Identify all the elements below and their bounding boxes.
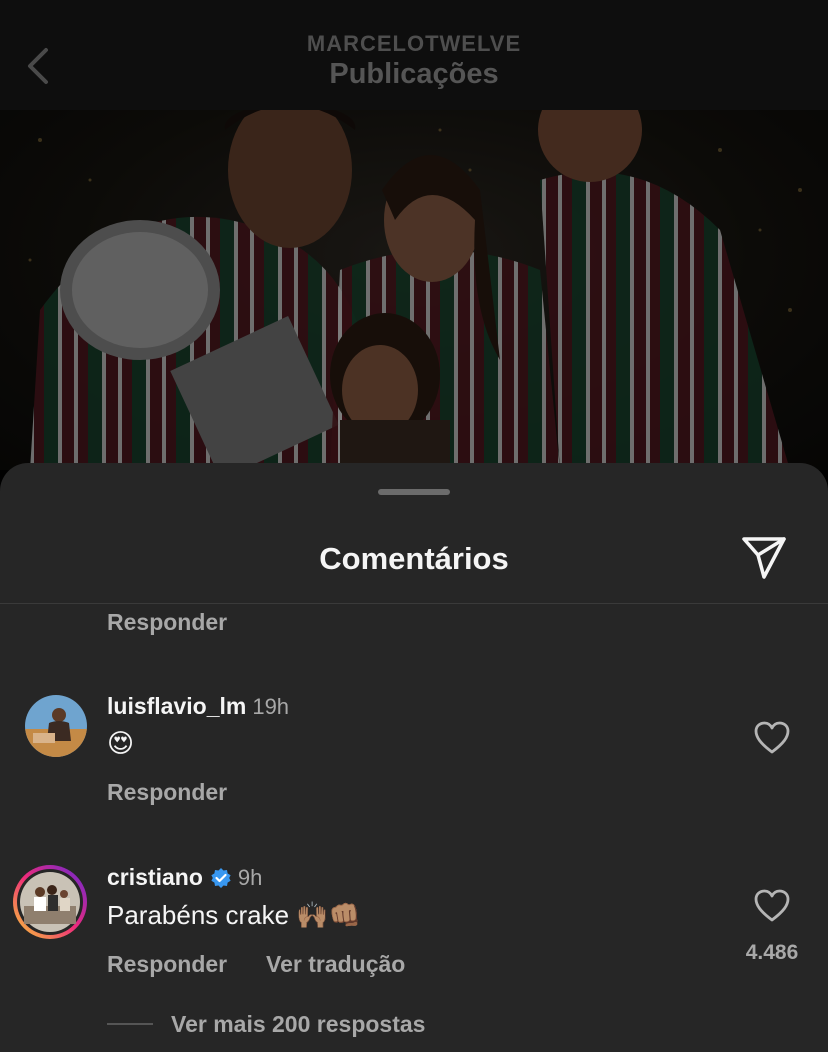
comment-header: cristiano 9h — [107, 864, 262, 891]
paper-plane-icon — [742, 537, 786, 579]
avatar-image — [13, 865, 87, 939]
replies-divider-line — [107, 1023, 153, 1025]
comment-username[interactable]: luisflavio_lm — [107, 693, 246, 720]
like-button[interactable] — [754, 721, 790, 755]
view-more-replies-button[interactable]: Ver mais 200 respostas — [171, 1011, 425, 1038]
like-button[interactable] — [754, 889, 790, 923]
reply-button[interactable]: Responder — [107, 951, 227, 978]
comment-time: 19h — [252, 693, 290, 719]
heart-icon — [754, 721, 790, 754]
reply-button-previous[interactable]: Responder — [107, 609, 227, 636]
translate-button[interactable]: Ver tradução — [266, 951, 405, 978]
comment-time: 9h — [237, 864, 263, 890]
sheet-drag-handle[interactable] — [378, 489, 450, 495]
avatar-luisflavio[interactable] — [25, 695, 87, 757]
comments-sheet: Comentários Responder luisflavio_lm 19h … — [0, 463, 828, 1052]
heart-icon — [754, 889, 790, 922]
comment-text: Parabéns crake 🙌🏽👊🏽 — [107, 900, 362, 930]
top-bar: MARCELOTWELVE Publicações — [0, 0, 828, 110]
comment-text: 😍 — [107, 728, 135, 758]
reply-button[interactable]: Responder — [107, 779, 227, 806]
post-photo[interactable] — [0, 110, 828, 470]
page-title: Publicações — [329, 58, 499, 90]
comment-username[interactable]: cristiano — [107, 864, 203, 891]
comment-header: luisflavio_lm 19h — [107, 693, 289, 720]
share-button[interactable] — [738, 533, 790, 583]
sheet-title: Comentários — [319, 541, 509, 576]
like-count: 4.486 — [745, 941, 799, 964]
profile-username: MARCELOTWELVE — [306, 31, 522, 56]
avatar-cristiano[interactable] — [12, 864, 88, 940]
sheet-divider — [0, 603, 828, 604]
verified-badge-icon — [210, 867, 232, 889]
avatar-image — [25, 695, 87, 757]
post-image — [0, 110, 828, 470]
